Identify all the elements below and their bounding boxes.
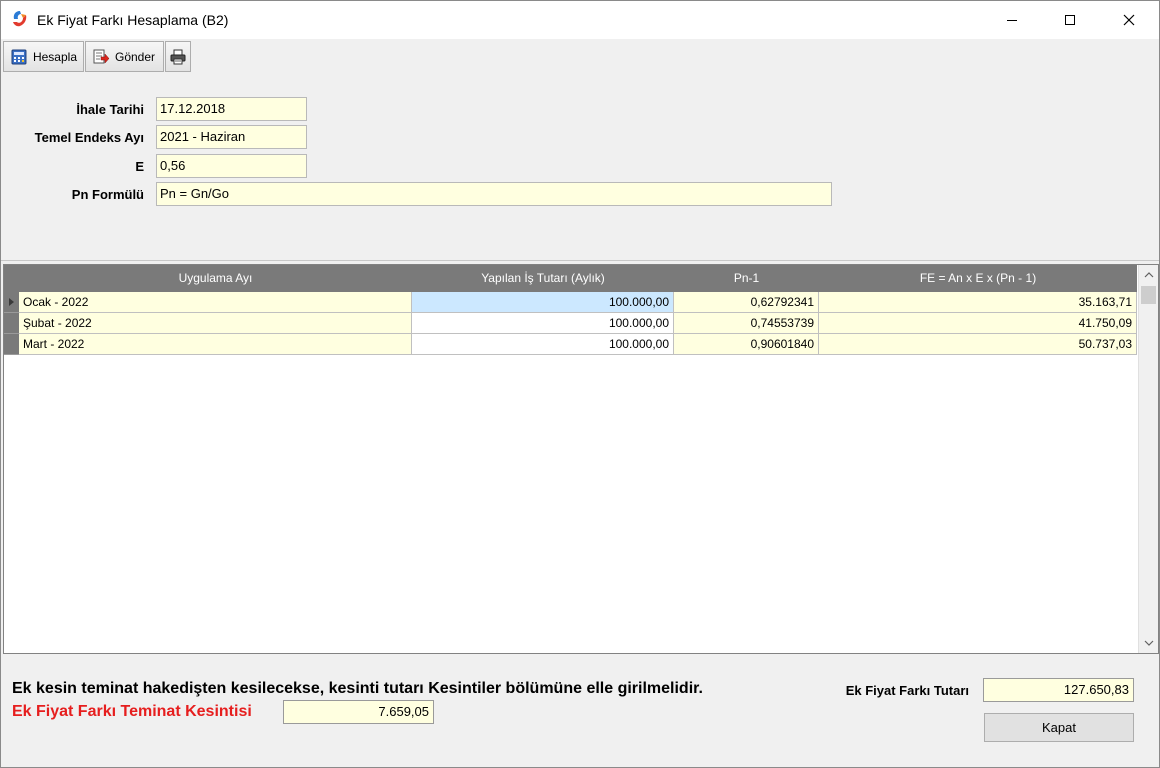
vertical-scrollbar[interactable] xyxy=(1138,265,1158,653)
kapat-button[interactable]: Kapat xyxy=(984,713,1134,742)
table-cell-ay[interactable]: Şubat - 2022 xyxy=(19,313,412,334)
teminat-kesintisi-field[interactable]: 7.659,05 xyxy=(283,700,434,724)
toolbar: Hesapla Gönder xyxy=(1,39,1159,73)
chevron-up-icon xyxy=(1144,272,1154,278)
teminat-note: Ek kesin teminat hakedişten kesilecekse,… xyxy=(12,680,703,697)
scroll-thumb[interactable] xyxy=(1141,286,1156,304)
close-button[interactable] xyxy=(1100,1,1158,39)
table-cell-tutar[interactable]: 100.000,00 xyxy=(412,292,674,313)
pn-formulu-field[interactable]: Pn = Gn/Go xyxy=(156,182,832,206)
table-cell-ay[interactable]: Ocak - 2022 xyxy=(19,292,412,313)
e-label: E xyxy=(135,159,144,174)
teminat-kesintisi-label: Ek Fiyat Farkı Teminat Kesintisi xyxy=(12,703,252,720)
column-header-yapilan-is-tutari[interactable]: Yapılan İş Tutarı (Aylık) xyxy=(412,265,674,292)
scroll-up-button[interactable] xyxy=(1139,265,1159,285)
send-icon xyxy=(93,49,110,64)
column-header-uygulama-ayi[interactable]: Uygulama Ayı xyxy=(19,265,412,292)
row-indicator[interactable] xyxy=(4,313,19,334)
hesapla-button[interactable]: Hesapla xyxy=(3,41,84,72)
hesapla-label: Hesapla xyxy=(32,49,77,64)
printer-icon xyxy=(170,49,186,64)
table-cell-ay[interactable]: Mart - 2022 xyxy=(19,334,412,355)
minimize-icon xyxy=(1007,20,1017,21)
ihale-tarihi-field[interactable]: 17.12.2018 xyxy=(156,97,307,121)
scroll-down-button[interactable] xyxy=(1139,633,1159,653)
temel-endeks-field[interactable]: 2021 - Haziran xyxy=(156,125,307,149)
temel-endeks-label: Temel Endeks Ayı xyxy=(34,130,144,145)
table-cell-tutar[interactable]: 100.000,00 xyxy=(412,313,674,334)
chevron-down-icon xyxy=(1144,640,1154,646)
column-header-fe[interactable]: FE = An x E x (Pn - 1) xyxy=(819,265,1137,292)
pn-formulu-label: Pn Formülü xyxy=(71,187,144,202)
window-title: Ek Fiyat Farkı Hesaplama (B2) xyxy=(37,12,229,28)
ihale-tarihi-label: İhale Tarihi xyxy=(76,102,144,117)
title-bar[interactable]: Ek Fiyat Farkı Hesaplama (B2) xyxy=(1,1,1159,39)
maximize-button[interactable] xyxy=(1041,1,1099,39)
gonder-label: Gönder xyxy=(115,49,156,64)
table-cell-fe[interactable]: 41.750,09 xyxy=(819,313,1137,334)
row-indicator[interactable] xyxy=(4,334,19,355)
print-button[interactable] xyxy=(165,41,191,72)
ek-fiyat-farki-tutari-field[interactable]: 127.650,83 xyxy=(983,678,1134,702)
data-grid[interactable]: Uygulama Ayı Yapılan İş Tutarı (Aylık) P… xyxy=(3,264,1159,654)
table-cell-fe[interactable]: 35.163,71 xyxy=(819,292,1137,313)
minimize-button[interactable] xyxy=(983,1,1041,39)
current-row-arrow-icon xyxy=(9,298,14,306)
e-field[interactable]: 0,56 xyxy=(156,154,307,178)
table-cell-pn[interactable]: 0,90601840 xyxy=(674,334,819,355)
app-icon xyxy=(13,11,27,27)
table-cell-tutar[interactable]: 100.000,00 xyxy=(412,334,674,355)
close-icon xyxy=(1123,14,1135,26)
calculator-icon xyxy=(11,49,27,64)
table-cell-fe[interactable]: 50.737,03 xyxy=(819,334,1137,355)
table-cell-pn[interactable]: 0,62792341 xyxy=(674,292,819,313)
ek-fiyat-farki-tutari-label: Ek Fiyat Farkı Tutarı xyxy=(845,683,969,698)
grid-header: Uygulama Ayı Yapılan İş Tutarı (Aylık) P… xyxy=(4,265,1137,292)
main-window: Ek Fiyat Farkı Hesaplama (B2) Hesapla Gö… xyxy=(0,0,1160,768)
column-header-pn-1[interactable]: Pn-1 xyxy=(674,265,819,292)
gonder-button[interactable]: Gönder xyxy=(85,41,164,72)
row-indicator[interactable] xyxy=(4,292,19,313)
maximize-icon xyxy=(1065,15,1075,25)
table-cell-pn[interactable]: 0,74553739 xyxy=(674,313,819,334)
